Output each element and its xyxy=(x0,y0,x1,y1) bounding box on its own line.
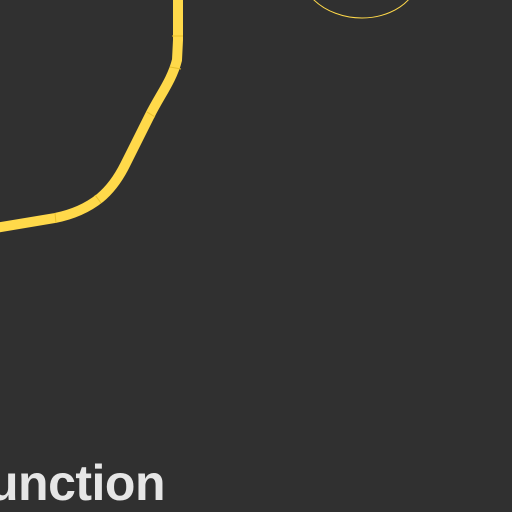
place-label: unction xyxy=(0,455,166,511)
roundabout-ring[interactable] xyxy=(312,0,410,19)
map-tile[interactable]: unction xyxy=(0,0,512,512)
road-segment-seams xyxy=(54,35,183,224)
map-canvas[interactable] xyxy=(0,0,512,512)
road-main[interactable] xyxy=(0,0,183,233)
